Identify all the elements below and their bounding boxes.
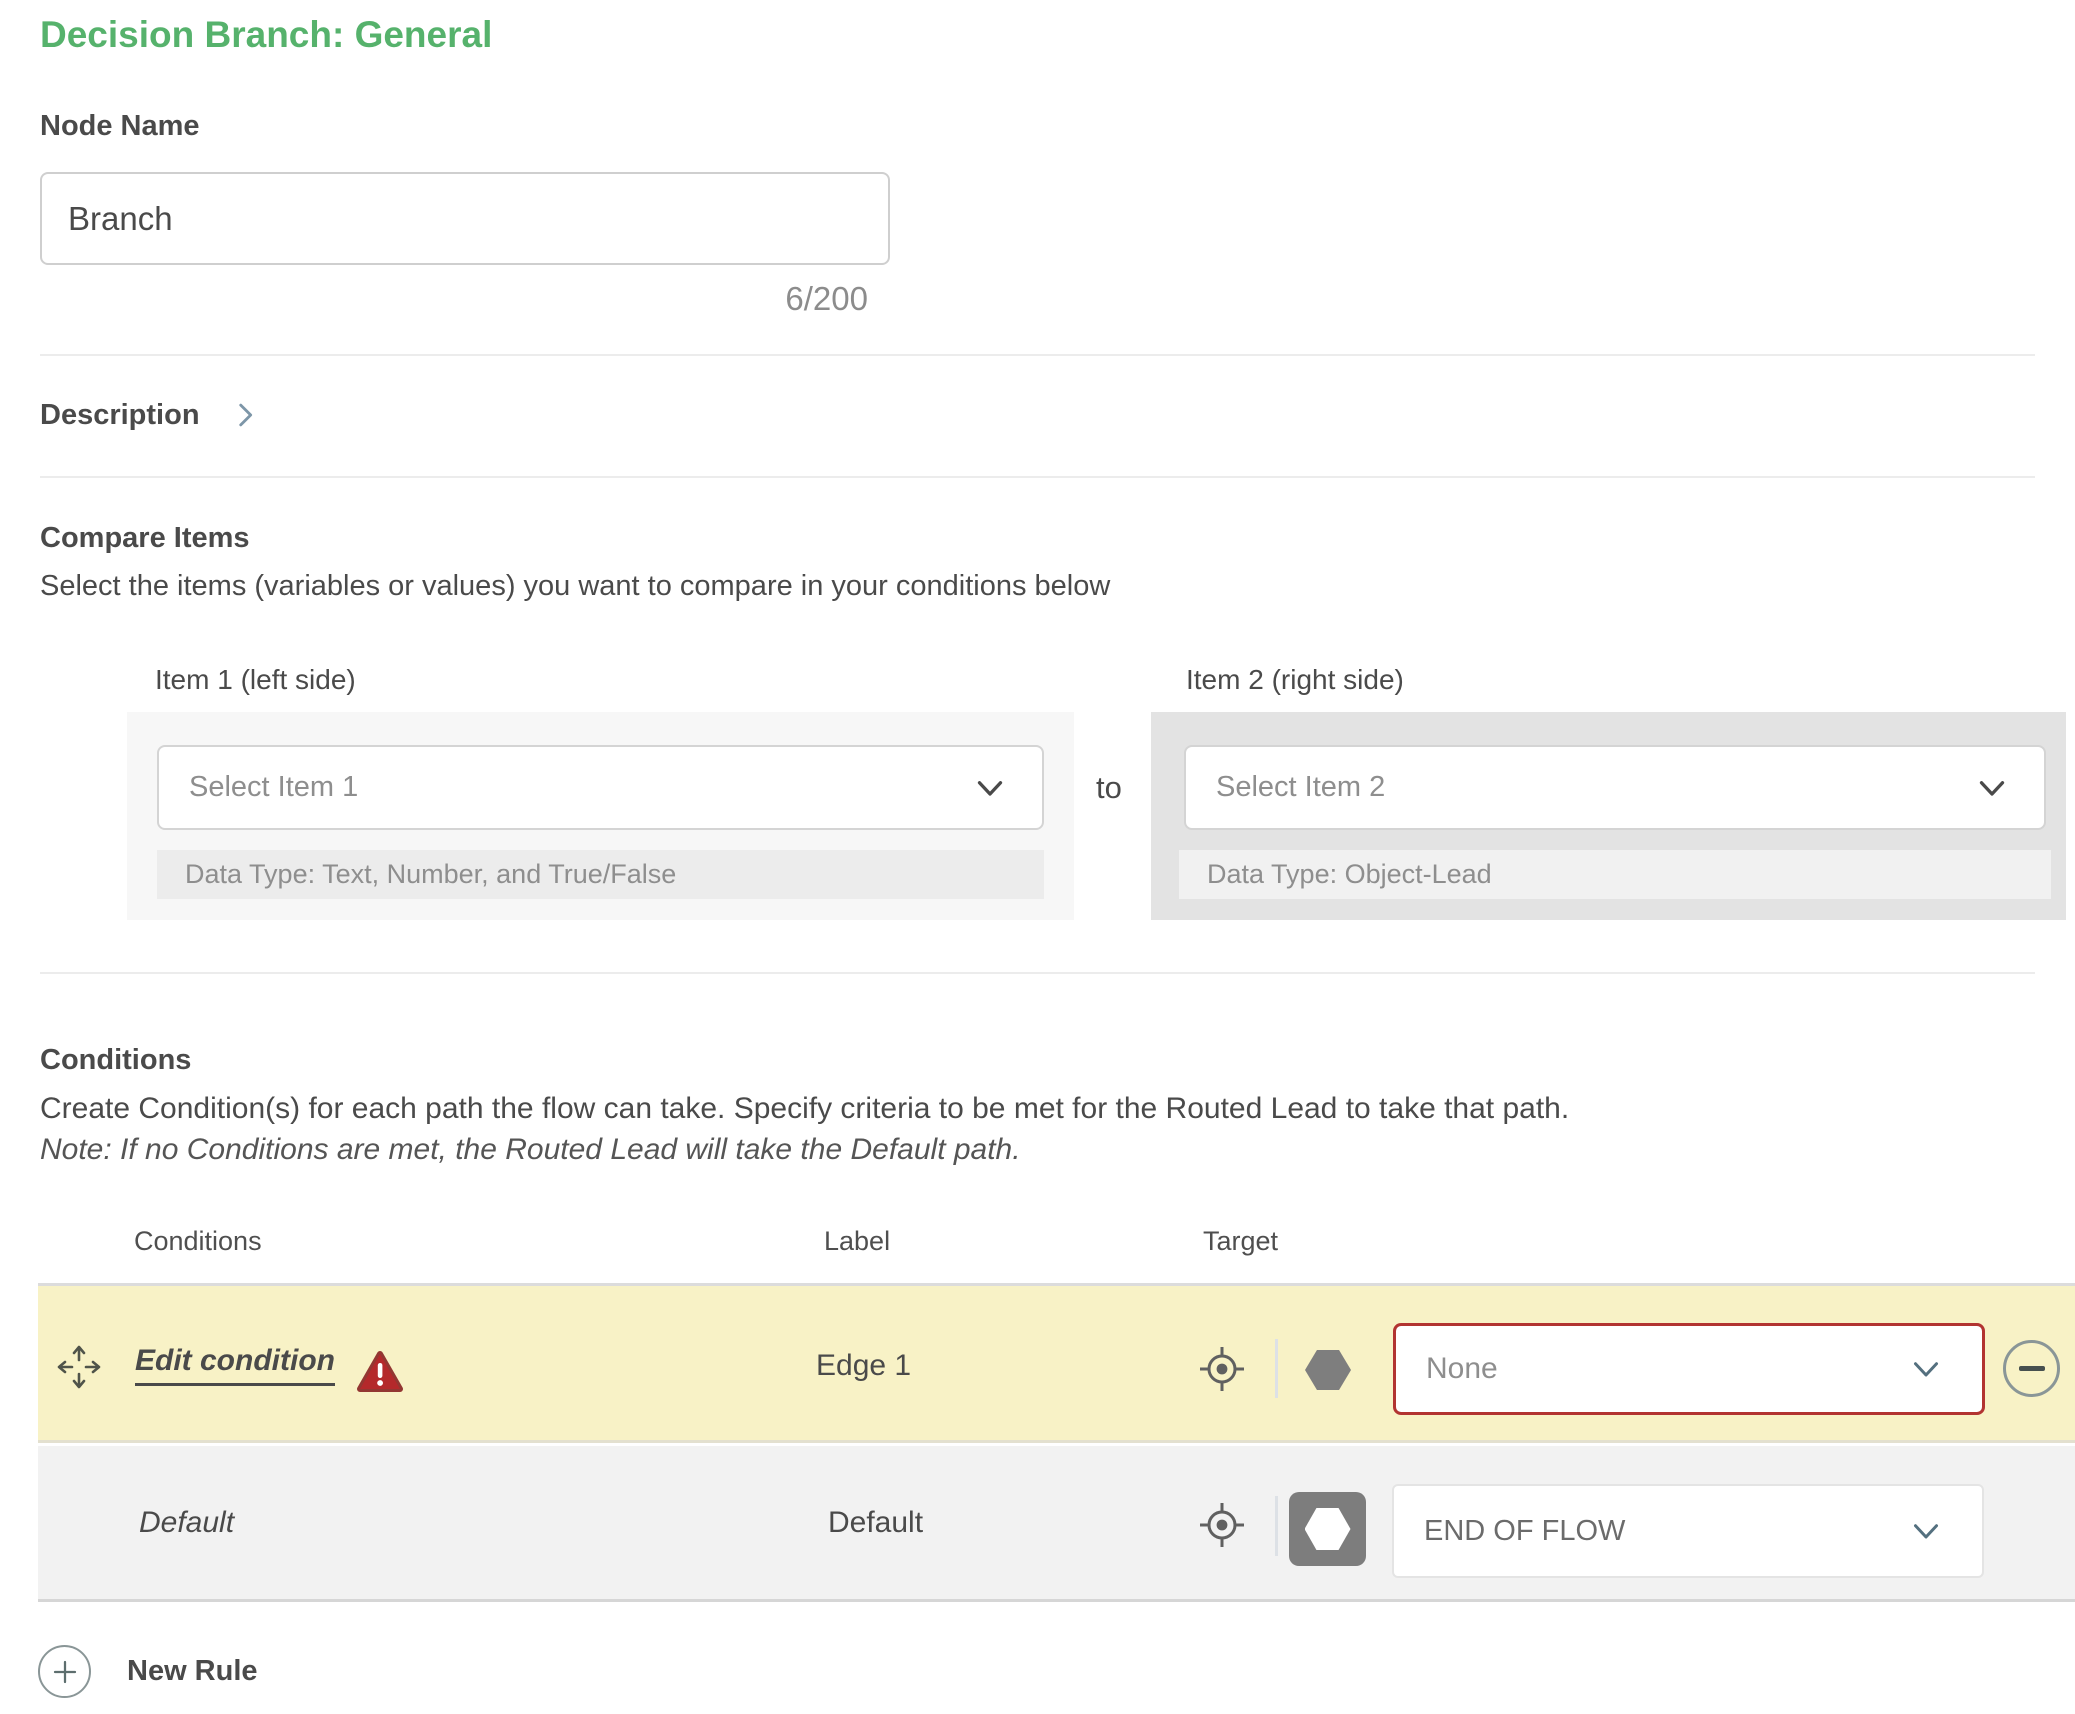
node-shape-selected-box[interactable] xyxy=(1289,1492,1366,1566)
description-toggle[interactable]: Description xyxy=(40,398,262,432)
chevron-down-icon xyxy=(1974,770,2010,806)
target-select-default[interactable]: END OF FLOW xyxy=(1392,1484,1984,1578)
vertical-divider xyxy=(1275,1496,1278,1556)
chevron-down-icon xyxy=(972,770,1008,806)
chevron-right-icon xyxy=(228,398,262,432)
warning-icon xyxy=(355,1348,405,1394)
page-title: Decision Branch: General xyxy=(40,14,492,56)
column-header-label: Label xyxy=(824,1226,890,1257)
chevron-down-icon xyxy=(1908,1513,1944,1549)
target-select-edge1[interactable]: None xyxy=(1393,1323,1985,1415)
column-header-target: Target xyxy=(1203,1226,1278,1257)
node-name-input[interactable] xyxy=(40,172,890,265)
item2-datatype-bar: Data Type: Object-Lead xyxy=(1179,850,2051,899)
char-counter: 6/200 xyxy=(40,280,868,318)
row-label: Edge 1 xyxy=(816,1349,911,1383)
remove-rule-button[interactable] xyxy=(2003,1340,2060,1397)
node-shape-hexagon-icon[interactable] xyxy=(1305,1350,1351,1390)
condition-row-edge1: Edit condition Edge 1 None xyxy=(38,1283,2075,1443)
item1-datatype-bar: Data Type: Text, Number, and True/False xyxy=(157,850,1044,899)
item2-panel: Select Item 2 Data Type: Object-Lead xyxy=(1151,712,2066,920)
conditions-description: Create Condition(s) for each path the fl… xyxy=(40,1092,1569,1126)
new-rule-label: New Rule xyxy=(127,1655,258,1688)
divider xyxy=(40,972,2035,974)
item1-select-placeholder: Select Item 1 xyxy=(159,771,972,804)
plus-icon xyxy=(38,1645,91,1698)
compare-items-heading: Compare Items xyxy=(40,522,250,555)
row-label: Default xyxy=(828,1506,923,1540)
target-select-value: None xyxy=(1396,1352,1908,1386)
conditions-note: Note: If no Conditions are met, the Rout… xyxy=(40,1133,1021,1167)
node-name-label: Node Name xyxy=(40,110,200,143)
new-rule-button[interactable]: New Rule xyxy=(38,1645,258,1698)
item1-panel: Select Item 1 Data Type: Text, Number, a… xyxy=(127,712,1074,920)
target-locate-icon[interactable] xyxy=(1198,1501,1246,1549)
compare-items-subtitle: Select the items (variables or values) y… xyxy=(40,570,1110,603)
compare-joiner-label: to xyxy=(1096,770,1122,806)
item2-select[interactable]: Select Item 2 xyxy=(1184,745,2046,830)
target-select-value: END OF FLOW xyxy=(1394,1515,1908,1548)
item1-select[interactable]: Select Item 1 xyxy=(157,745,1044,830)
vertical-divider xyxy=(1275,1339,1278,1398)
chevron-down-icon xyxy=(1908,1351,1944,1387)
target-locate-icon[interactable] xyxy=(1198,1345,1246,1393)
item1-datatype-text: Data Type: Text, Number, and True/False xyxy=(157,859,676,890)
node-shape-hexagon-icon xyxy=(1305,1508,1351,1550)
description-label: Description xyxy=(40,399,200,432)
item2-select-placeholder: Select Item 2 xyxy=(1186,771,1974,804)
condition-row-default: Default Default END OF FLOW xyxy=(38,1446,2075,1602)
row-condition-text: Default xyxy=(139,1506,234,1540)
column-header-conditions: Conditions xyxy=(134,1226,262,1257)
edit-condition-link[interactable]: Edit condition xyxy=(135,1344,335,1386)
divider xyxy=(40,354,2035,356)
conditions-heading: Conditions xyxy=(40,1044,191,1077)
drag-handle-icon[interactable] xyxy=(53,1341,105,1393)
decision-branch-panel: Decision Branch: General Node Name 6/200… xyxy=(0,0,2075,1714)
divider xyxy=(40,476,2035,478)
item2-datatype-text: Data Type: Object-Lead xyxy=(1179,859,1492,890)
minus-icon xyxy=(2019,1366,2045,1371)
item1-label: Item 1 (left side) xyxy=(155,664,356,696)
item2-label: Item 2 (right side) xyxy=(1186,664,1404,696)
